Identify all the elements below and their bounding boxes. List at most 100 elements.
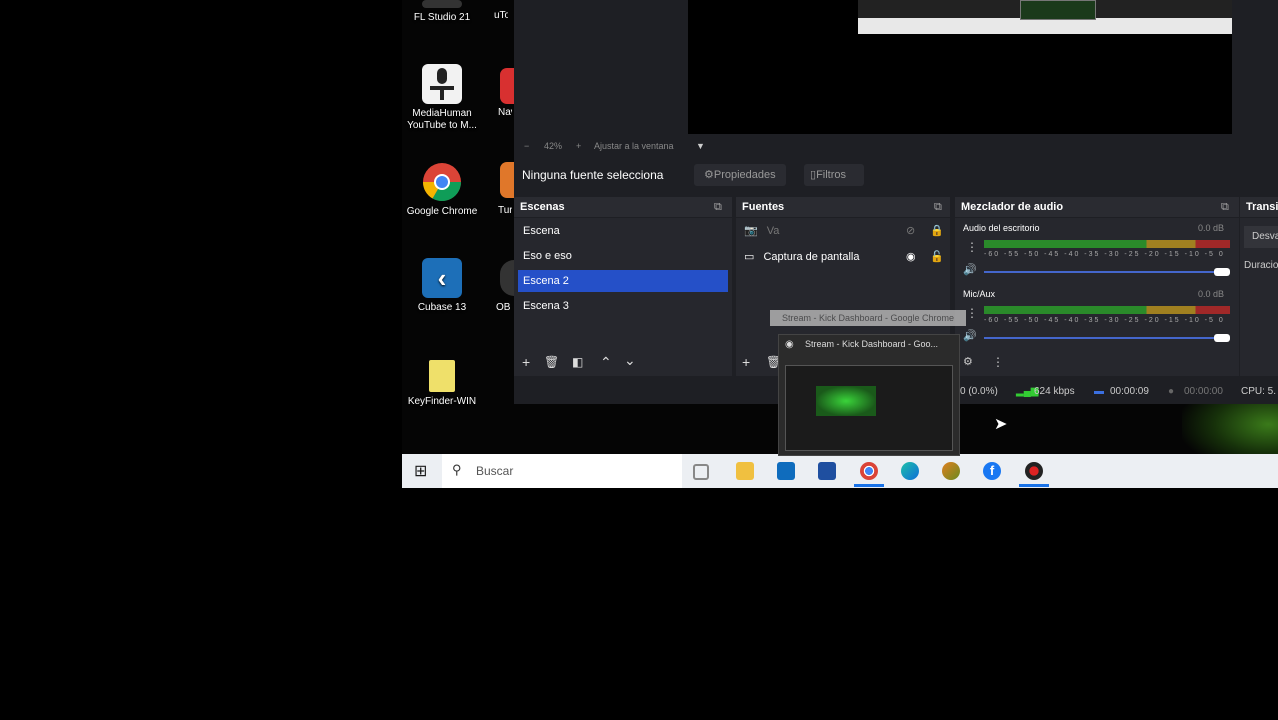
zoom-in-button[interactable]: +: [576, 136, 581, 156]
volume-slider-knob[interactable]: [1214, 268, 1230, 276]
move-down-button[interactable]: ⌄: [624, 352, 636, 369]
transitions-header: Transi: [1240, 197, 1278, 217]
facebook-icon[interactable]: f: [983, 462, 1001, 480]
search-icon: ⚲: [452, 462, 462, 477]
move-up-button[interactable]: ⌃: [600, 354, 612, 371]
source-label: Va: [766, 225, 780, 237]
undock-icon[interactable]: ⧉: [1221, 197, 1229, 217]
fl-studio-icon[interactable]: [942, 462, 960, 480]
chrome-icon[interactable]: [860, 462, 878, 480]
scene-filters-button[interactable]: ◧: [572, 355, 583, 369]
scenes-title: Escenas: [520, 201, 565, 213]
popup-thumbnail: [785, 365, 953, 451]
source-item[interactable]: ▭ Captura de pantalla: [744, 250, 859, 263]
taskbar-search[interactable]: ⚲ Buscar: [442, 454, 682, 488]
desktop-icon-label-cut: Nav: [498, 107, 512, 118]
edge-icon[interactable]: [901, 462, 919, 480]
bitrate: 624 kbps: [1034, 386, 1075, 397]
desktop-icon-cubase[interactable]: ‹ Cubase 13: [402, 258, 482, 314]
scenes-header: Escenas ⧉: [514, 197, 732, 217]
filters-label: Filtros: [816, 169, 847, 181]
cubase-icon: ‹: [422, 258, 462, 298]
lock-icon[interactable]: 🔒: [930, 224, 944, 237]
meter-ticks: -60 -55 -50 -45 -40 -35 -30 -25 -20 -15 …: [984, 317, 1225, 324]
preview-thumb: [1020, 0, 1096, 20]
obs-icon[interactable]: [1025, 462, 1043, 480]
undock-icon[interactable]: ⧉: [714, 197, 722, 217]
turbo-app-icon[interactable]: [500, 162, 514, 198]
source-toolbar: Ninguna fuente selecciona ⚙Propiedades ▯…: [514, 160, 1278, 190]
zoom-value: 42%: [544, 141, 563, 151]
transitions-title: Transi: [1246, 201, 1278, 213]
zoom-out-button[interactable]: −: [524, 136, 529, 156]
no-source-label: Ninguna fuente selecciona: [522, 168, 664, 182]
outlook-icon[interactable]: [777, 462, 795, 480]
taskbar-thumbnail-popup[interactable]: ◉ Stream - Kick Dashboard - Goo...: [778, 334, 960, 456]
zoom-bar: − 42% + Ajustar a la ventana ▼: [514, 136, 1278, 156]
camera-icon: 📷: [744, 225, 758, 237]
speaker-icon[interactable]: 🔊: [963, 329, 977, 342]
desktop-icon-fl-studio[interactable]: FL Studio 21: [402, 0, 482, 24]
unlock-icon[interactable]: 🔓: [930, 250, 944, 263]
search-placeholder: Buscar: [476, 464, 514, 478]
desktop-icon-mediahuman[interactable]: MediaHuman YouTube to M...: [402, 64, 482, 132]
volume-slider[interactable]: [984, 337, 1230, 339]
gear-icon: ⚙: [704, 169, 714, 181]
source-label: Captura de pantalla: [763, 251, 860, 263]
eye-hidden-icon[interactable]: ⊘: [906, 224, 915, 237]
filters-button[interactable]: ▯Filtros: [804, 164, 864, 186]
task-view-icon[interactable]: [693, 464, 709, 480]
volume-slider[interactable]: [984, 271, 1230, 273]
scene-item-selected[interactable]: Escena 2: [518, 270, 728, 292]
eye-icon[interactable]: ◉: [906, 250, 916, 263]
active-indicator: [854, 484, 884, 487]
undock-icon[interactable]: ⧉: [934, 197, 942, 217]
desktop-icon-label: MediaHuman YouTube to M...: [407, 108, 477, 131]
remove-scene-button[interactable]: 🗑: [544, 355, 559, 369]
channel-name: Mic/Aux: [963, 289, 996, 299]
mixer-menu-icon[interactable]: ⋮: [992, 355, 1004, 369]
desktop-icon-keyfinder[interactable]: KeyFinder-WIN: [402, 360, 482, 408]
obs-desktop-icon[interactable]: [500, 260, 514, 296]
preview-capture: [858, 0, 1232, 34]
preview-taskbar: [858, 18, 1232, 34]
scene-label: Eso e eso: [523, 250, 572, 262]
source-item[interactable]: 📷 Va: [744, 224, 779, 237]
scene-item[interactable]: Escena: [518, 220, 728, 242]
popup-title: Stream - Kick Dashboard - Goo...: [805, 339, 939, 349]
store-icon[interactable]: [818, 462, 836, 480]
mouse-cursor-icon: ➤: [994, 416, 1008, 433]
dropped-frames: 0 (0.0%): [960, 386, 998, 397]
scene-item[interactable]: Escena 3: [518, 295, 728, 317]
file-explorer-icon[interactable]: [736, 462, 754, 480]
channel-menu-icon[interactable]: ⋮: [966, 240, 978, 254]
fit-window-label[interactable]: Ajustar a la ventana: [594, 136, 674, 156]
channel-name: Audio del escritorio: [963, 223, 1040, 233]
speaker-icon[interactable]: 🔊: [963, 263, 977, 276]
desktop-icon-chrome[interactable]: Google Chrome: [402, 162, 482, 218]
channel-db: 0.0 dB: [1198, 223, 1225, 233]
add-scene-button[interactable]: +: [522, 354, 530, 370]
chrome-icon: [422, 162, 462, 202]
scene-item[interactable]: Eso e eso: [518, 245, 728, 267]
active-indicator: [1019, 484, 1049, 487]
scene-label: Escena: [523, 225, 560, 237]
scene-label: Escena 3: [523, 300, 569, 312]
properties-label: Propiedades: [713, 169, 776, 181]
windows-start-icon[interactable]: ⊞: [414, 461, 427, 481]
properties-button[interactable]: ⚙Propiedades: [694, 164, 786, 186]
fit-dropdown-icon[interactable]: ▼: [696, 136, 705, 156]
nav-app-icon[interactable]: [500, 68, 514, 104]
desktop-icon-label: Google Chrome: [406, 206, 478, 217]
volume-slider-knob[interactable]: [1214, 334, 1230, 342]
desktop-icon-label: FL Studio 21: [413, 12, 471, 23]
transition-value: Desva: [1252, 231, 1278, 242]
mixer-settings-icon[interactable]: ⚙: [963, 355, 973, 368]
add-source-button[interactable]: +: [742, 354, 750, 370]
transition-select[interactable]: Desva: [1244, 226, 1278, 248]
transitions-panel: Desva Duracio: [1240, 218, 1278, 376]
channel-db: 0.0 dB: [1198, 289, 1225, 299]
stream-icon: ▬: [1094, 386, 1104, 397]
channel-menu-icon[interactable]: ⋮: [966, 306, 978, 320]
duration-label: Duracio: [1244, 260, 1278, 271]
